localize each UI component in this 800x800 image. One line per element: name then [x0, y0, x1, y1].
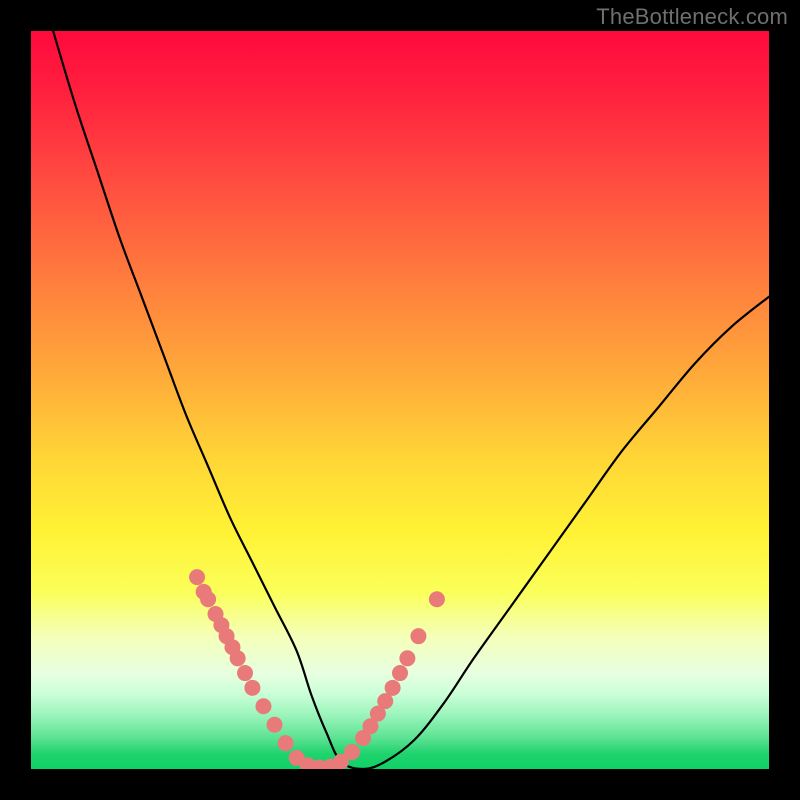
sample-dot: [200, 591, 216, 607]
sample-dot: [392, 665, 408, 681]
sample-dot: [429, 591, 445, 607]
sample-dot: [189, 569, 205, 585]
plot-area: [31, 31, 769, 769]
sample-dot: [410, 628, 426, 644]
chart-frame: TheBottleneck.com: [0, 0, 800, 800]
curve-layer: [31, 31, 769, 769]
sample-dot: [255, 698, 271, 714]
sample-dot: [244, 680, 260, 696]
sample-dot: [267, 717, 283, 733]
sample-dot: [344, 744, 360, 760]
sample-dot: [385, 680, 401, 696]
watermark-text: TheBottleneck.com: [596, 4, 788, 30]
sample-dot: [278, 735, 294, 751]
sample-dot: [237, 665, 253, 681]
sample-dot: [230, 650, 246, 666]
sample-dots: [189, 569, 445, 769]
sample-dot: [399, 650, 415, 666]
